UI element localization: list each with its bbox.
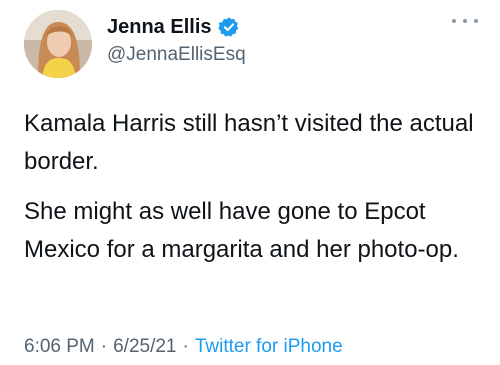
- tweet-metadata: 6:06 PM · 6/25/21 · Twitter for iPhone: [24, 336, 343, 358]
- author-handle[interactable]: @JennaEllisEsq: [107, 44, 246, 66]
- author-name-row[interactable]: Jenna Ellis: [107, 14, 240, 40]
- tweet-source-link[interactable]: Twitter for iPhone: [195, 336, 343, 358]
- more-dot: [452, 19, 456, 23]
- meta-separator: ·: [182, 336, 189, 357]
- tweet-text-paragraph: Kamala Harris still hasn’t visited the a…: [24, 110, 474, 175]
- tweet-text-paragraph: She might as well have gone to Epcot Mex…: [24, 198, 459, 263]
- author-display-name[interactable]: Jenna Ellis: [107, 16, 212, 39]
- meta-separator: ·: [100, 336, 108, 357]
- more-dot: [463, 19, 467, 23]
- tweet-time[interactable]: 6:06 PM: [24, 336, 95, 358]
- more-horizontal-icon[interactable]: [452, 14, 478, 28]
- tweet-date[interactable]: 6/25/21: [113, 336, 176, 358]
- tweet-card: Jenna Ellis @JennaEllisEsq Kamala Harris…: [0, 0, 500, 365]
- avatar[interactable]: [24, 10, 92, 78]
- avatar-image: [24, 10, 92, 78]
- verified-badge-icon: [217, 16, 240, 38]
- more-dot: [474, 19, 478, 23]
